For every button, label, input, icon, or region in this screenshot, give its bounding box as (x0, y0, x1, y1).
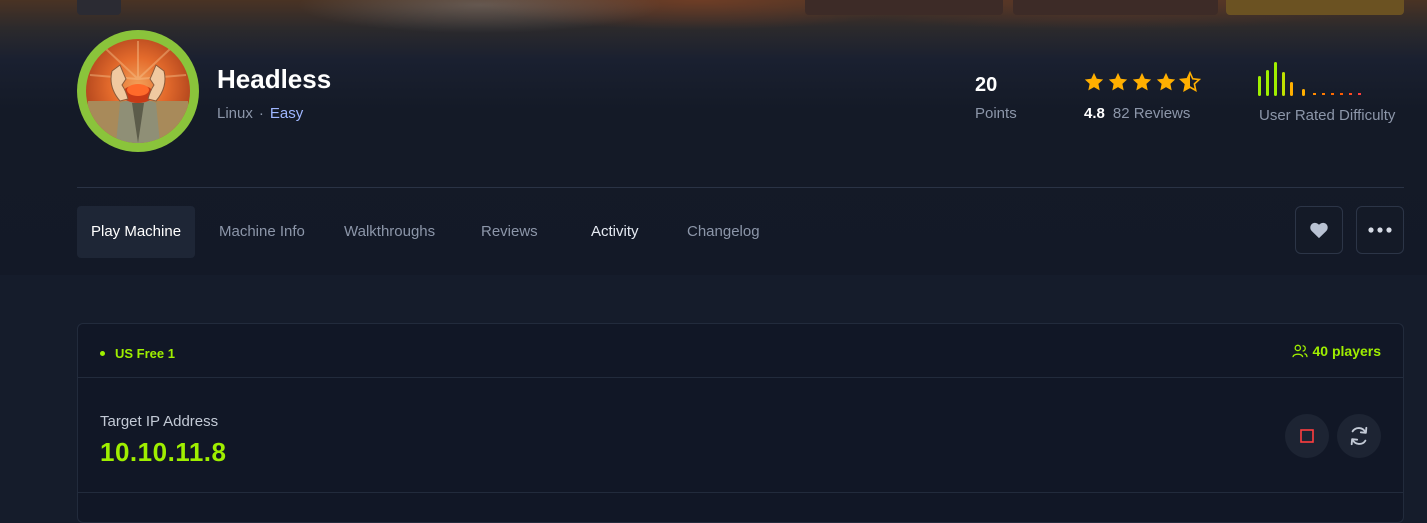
machine-os: Linux (217, 105, 253, 122)
machine-meta: Linux · Easy (217, 105, 303, 122)
points-value: 20 (975, 74, 998, 96)
difficulty-chart-icon (1258, 62, 1361, 96)
separator: · (258, 105, 264, 122)
headless-logo-icon (88, 41, 188, 143)
star-icon (1156, 72, 1176, 91)
top-chip (77, 0, 121, 15)
rating-stars (1083, 71, 1201, 95)
more-horizontal-icon (1368, 227, 1392, 233)
difficulty-label: User Rated Difficulty (1259, 107, 1396, 124)
tab-play-machine[interactable]: Play Machine (77, 206, 196, 258)
players-count: 40 players (1291, 343, 1382, 359)
tab-reviews[interactable]: Reviews (481, 206, 538, 258)
tab-machine-info[interactable]: Machine Info (219, 206, 305, 258)
users-icon (1291, 344, 1308, 358)
stop-icon (1300, 429, 1314, 443)
more-options-button[interactable] (1356, 206, 1404, 254)
tab-changelog[interactable]: Changelog (687, 206, 760, 258)
server-label: US Free 1 (115, 346, 175, 361)
target-ip-label: Target IP Address (100, 413, 219, 430)
server-name[interactable]: US Free 1 (100, 346, 175, 361)
tab-walkthroughs[interactable]: Walkthroughs (344, 206, 435, 258)
card-divider (78, 377, 1403, 378)
card-divider (78, 492, 1403, 493)
rating-summary: 4.8 82 Reviews (1084, 105, 1190, 122)
players-label: 40 players (1312, 343, 1382, 359)
top-chip (1013, 0, 1218, 15)
machine-avatar (77, 30, 199, 152)
half-star-icon (1179, 71, 1201, 92)
tab-activity[interactable]: Activity (591, 206, 639, 258)
rating-value: 4.8 (1084, 105, 1105, 122)
header-divider (77, 187, 1404, 188)
star-icon (1132, 72, 1152, 91)
refresh-icon (1350, 426, 1368, 446)
heart-icon (1310, 222, 1328, 239)
favorite-button[interactable] (1295, 206, 1343, 254)
reviews-count[interactable]: 82 Reviews (1113, 105, 1191, 122)
points-label: Points (975, 105, 1017, 122)
top-chip (1226, 0, 1404, 15)
top-chip (805, 0, 1003, 15)
star-icon (1108, 72, 1128, 91)
stop-machine-button[interactable] (1285, 414, 1329, 458)
machine-name: Headless (217, 64, 332, 94)
connection-card: US Free 1 40 players Target IP Address 1… (77, 323, 1404, 523)
status-dot (100, 351, 105, 356)
reset-machine-button[interactable] (1337, 414, 1381, 458)
star-icon (1084, 72, 1104, 91)
machine-difficulty[interactable]: Easy (270, 105, 303, 122)
target-ip[interactable]: 10.10.11.8 (100, 437, 226, 468)
